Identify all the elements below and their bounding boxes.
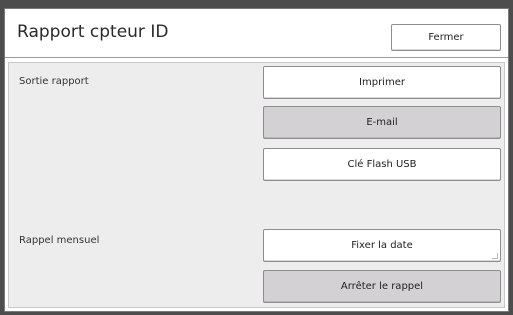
usb-flash-button[interactable]: Clé Flash USB <box>263 148 501 181</box>
report-output-label: Sortie rapport <box>19 76 89 87</box>
set-date-button[interactable]: Fixer la date <box>263 229 501 262</box>
close-button[interactable]: Fermer <box>391 24 501 51</box>
stop-reminder-button[interactable]: Arrêter le rappel <box>263 270 501 303</box>
set-date-label: Fixer la date <box>351 240 413 251</box>
dialog-title: Rapport cpteur ID <box>17 22 169 42</box>
dialog-content: Sortie rapport Imprimer E-mail Clé Flash… <box>8 62 505 308</box>
dialog-header: Rapport cpteur ID Fermer <box>5 9 508 58</box>
report-dialog: Rapport cpteur ID Fermer Sortie rapport … <box>4 8 509 312</box>
print-button[interactable]: Imprimer <box>263 66 501 99</box>
corner-grip-icon <box>492 253 498 259</box>
monthly-reminder-label: Rappel mensuel <box>19 235 100 246</box>
email-button[interactable]: E-mail <box>263 106 501 139</box>
